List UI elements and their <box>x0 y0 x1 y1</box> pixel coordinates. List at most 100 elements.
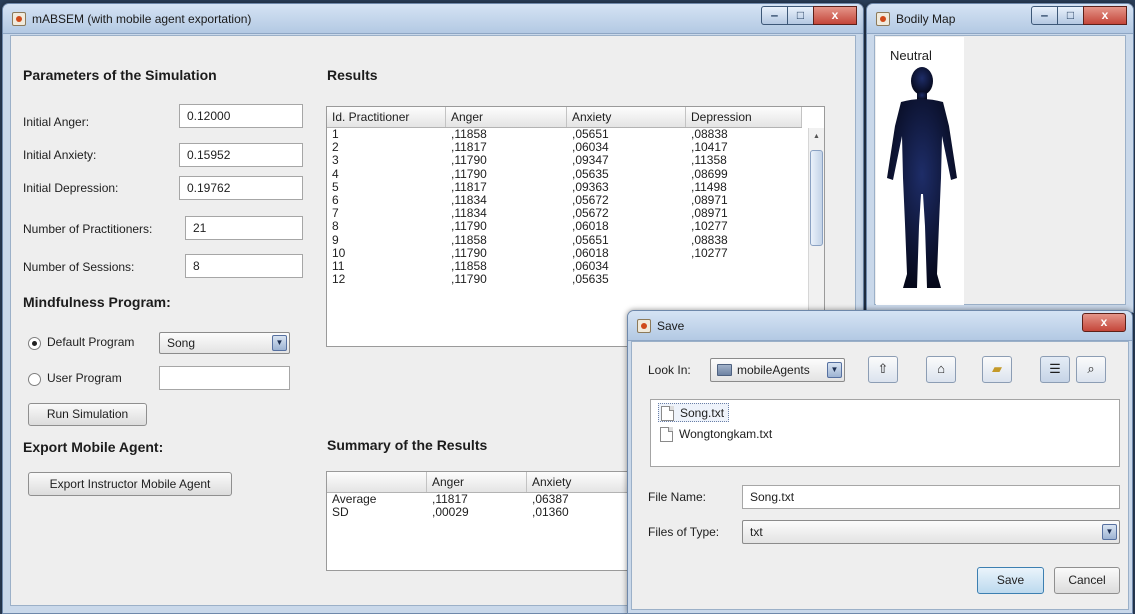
results-scroll-thumb[interactable] <box>810 150 823 246</box>
files-of-type-select[interactable]: txt ▼ <box>742 520 1120 544</box>
maximize-button[interactable]: □ <box>787 6 814 25</box>
table-cell: ,11358 <box>691 154 727 168</box>
table-cell: 10 <box>332 246 346 260</box>
table-cell: ,00029 <box>432 506 469 520</box>
initial-anxiety-field[interactable]: 0.15952 <box>179 143 303 167</box>
results-table-header: Id. Practitioner Anger Anxiety Depressio… <box>327 107 802 128</box>
bodily-map-titlebar[interactable]: Bodily Map ‒ □ x <box>867 4 1133 34</box>
cancel-button[interactable]: Cancel <box>1054 567 1120 594</box>
user-program-label: User Program <box>47 371 122 385</box>
table-row[interactable]: 2 ,11817 ,06034 ,10417 <box>327 141 802 154</box>
number-of-practitioners-field[interactable]: 21 <box>185 216 303 240</box>
program-select-value: Song <box>167 336 196 350</box>
chevron-down-icon[interactable]: ▼ <box>272 335 287 351</box>
chevron-down-icon[interactable]: ▼ <box>827 362 842 378</box>
summary-table[interactable]: Anger Anxiety Average ,11817,06387 SD ,0002… <box>326 471 646 571</box>
results-table-body: 1 ,11858 ,05651 ,08838 2 ,11817 ,06034 ,10417 3,… <box>327 128 802 286</box>
default-program-radio[interactable] <box>28 337 41 350</box>
minimize-button[interactable]: ‒ <box>761 6 788 25</box>
table-row[interactable]: 10 ,11790 ,06018 ,10277 <box>327 247 802 260</box>
initial-depression-field[interactable]: 0.19762 <box>179 176 303 200</box>
table-cell: ,11790 <box>451 154 487 168</box>
initial-anger-field[interactable]: 0.12000 <box>179 104 303 128</box>
close-button[interactable]: x <box>813 6 857 25</box>
look-in-select[interactable]: mobileAgents ▼ <box>710 358 845 382</box>
files-of-type-value: txt <box>750 525 763 539</box>
table-cell: 2 <box>332 141 339 155</box>
folder-icon <box>717 364 732 376</box>
table-cell: 5 <box>332 180 339 194</box>
results-col-header[interactable]: Depression <box>686 107 802 127</box>
table-cell: ,05672 <box>572 193 609 207</box>
details-view-icon[interactable]: ⌕ <box>1076 356 1106 383</box>
save-dialog-content: Look In: mobileAgents ▼ ⇧ ⌂ ▰ ☰ ⌕ Song.t… <box>631 341 1129 610</box>
table-row[interactable]: SD ,00029,01360 <box>327 506 645 520</box>
table-cell: ,08971 <box>691 193 728 207</box>
results-col-header[interactable]: Anxiety <box>567 107 686 127</box>
file-list[interactable]: Song.txt Wongtongkam.txt <box>650 399 1120 467</box>
save-dialog-titlebar[interactable]: Save x <box>628 311 1132 341</box>
scroll-up-icon[interactable]: ▲ <box>813 133 820 140</box>
save-button[interactable]: Save <box>977 567 1044 594</box>
file-icon <box>660 427 673 442</box>
table-cell: ,08838 <box>691 233 728 247</box>
maximize-button[interactable]: □ <box>1057 6 1084 25</box>
results-col-header[interactable]: Id. Practitioner <box>327 107 446 127</box>
user-program-field[interactable] <box>159 366 290 390</box>
java-app-icon <box>12 12 26 26</box>
table-row[interactable]: 9 ,11858 ,05651 ,08838 <box>327 234 802 247</box>
table-row[interactable]: 4 ,11790 ,05635 ,08699 <box>327 168 802 181</box>
table-row[interactable]: 8 ,11790 ,06018 ,10277 <box>327 220 802 233</box>
user-program-radio[interactable] <box>28 373 41 386</box>
new-folder-icon[interactable]: ▰ <box>982 356 1012 383</box>
summary-col-header[interactable] <box>327 472 427 492</box>
export-agent-button[interactable]: Export Instructor Mobile Agent <box>28 472 232 496</box>
look-in-label: Look In: <box>648 363 691 377</box>
number-of-sessions-field[interactable]: 8 <box>185 254 303 278</box>
file-item[interactable]: Wongtongkam.txt <box>658 425 776 444</box>
table-row[interactable]: 5 ,11817 ,09363 ,11498 <box>327 181 802 194</box>
initial-depression-label: Initial Depression: <box>23 181 119 195</box>
summary-col-header[interactable]: Anger <box>427 472 527 492</box>
table-cell: ,06018 <box>572 220 609 234</box>
home-icon[interactable]: ⌂ <box>926 356 956 383</box>
minimize-button[interactable]: ‒ <box>1031 6 1058 25</box>
file-name-label: File Name: <box>648 490 707 504</box>
table-cell: ,11790 <box>451 220 487 234</box>
file-icon <box>661 406 674 421</box>
table-cell: ,10417 <box>691 141 728 155</box>
table-cell: 1 <box>332 128 339 141</box>
table-cell: ,09347 <box>572 154 609 168</box>
chevron-down-icon[interactable]: ▼ <box>1102 524 1117 540</box>
table-row[interactable]: 12 ,11790 ,05635 <box>327 273 802 286</box>
table-cell <box>686 273 802 286</box>
table-row[interactable]: 11 ,11858 ,06034 <box>327 260 802 273</box>
table-cell: Average <box>332 493 377 506</box>
summary-table-body: Average ,11817,06387 SD ,00029,01360 <box>327 493 645 520</box>
run-simulation-button[interactable]: Run Simulation <box>28 403 147 426</box>
table-cell: ,11498 <box>691 180 727 194</box>
close-button[interactable]: x <box>1082 313 1126 332</box>
table-cell: 3 <box>332 154 339 168</box>
list-view-icon[interactable]: ☰ <box>1040 356 1070 383</box>
file-item-selected[interactable]: Song.txt <box>658 403 730 422</box>
table-cell: ,08838 <box>691 128 728 141</box>
up-folder-icon[interactable]: ⇧ <box>868 356 898 383</box>
main-titlebar[interactable]: mABSEM (with mobile agent exportation) ‒… <box>3 4 863 34</box>
table-cell: SD <box>332 506 349 520</box>
table-row[interactable]: 1 ,11858 ,05651 ,08838 <box>327 128 802 141</box>
table-cell: ,11790 <box>451 167 487 181</box>
close-button[interactable]: x <box>1083 6 1127 25</box>
table-cell: ,08971 <box>691 207 728 221</box>
table-row[interactable]: 7 ,11834 ,05672 ,08971 <box>327 207 802 220</box>
table-row[interactable]: 6 ,11834 ,05672 ,08971 <box>327 194 802 207</box>
initial-anger-label: Initial Anger: <box>23 115 90 129</box>
program-select[interactable]: Song ▼ <box>159 332 290 354</box>
file-name-field[interactable]: Song.txt <box>742 485 1120 509</box>
results-col-header[interactable]: Anger <box>446 107 567 127</box>
files-of-type-label: Files of Type: <box>648 525 720 539</box>
default-program-label: Default Program <box>47 335 135 349</box>
summary-table-header: Anger Anxiety <box>327 472 645 493</box>
table-row[interactable]: Average ,11817,06387 <box>327 493 645 506</box>
table-row[interactable]: 3 ,11790 ,09347 ,11358 <box>327 154 802 167</box>
